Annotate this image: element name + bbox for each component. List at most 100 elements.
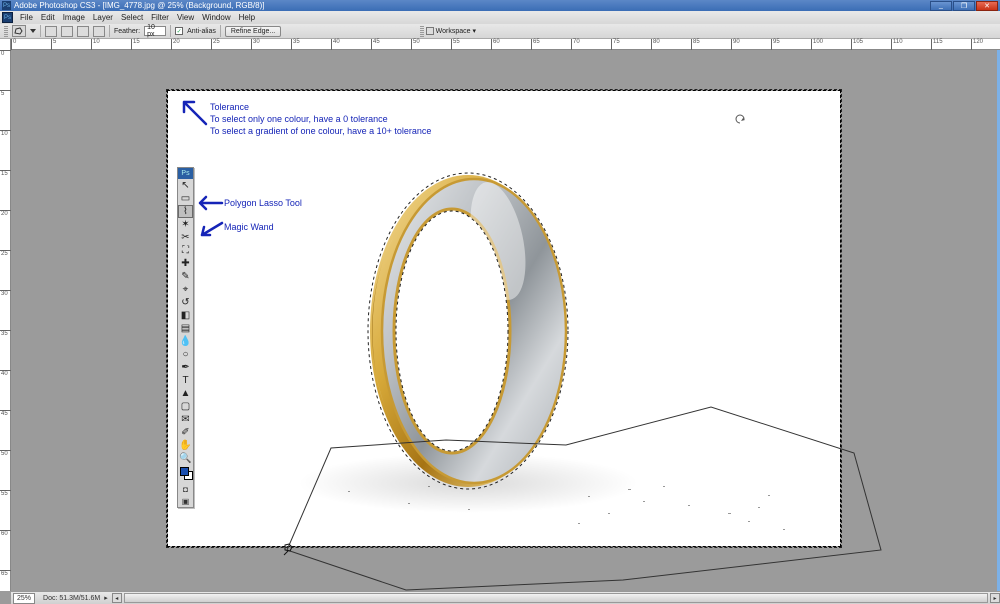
ruler-tick: 55	[0, 490, 11, 491]
window-titlebar: Ps Adobe Photoshop CS3 - [IMG_4778.jpg @…	[0, 0, 1000, 11]
ruler-tick: 50	[411, 39, 412, 50]
workspace-dropdown[interactable]: Workspace ▾	[436, 27, 476, 35]
arrow-icon	[198, 195, 224, 211]
arrow-icon	[178, 96, 208, 126]
zoom-tool[interactable]: 🔍	[178, 452, 193, 465]
workspace-go-icon[interactable]	[426, 27, 434, 35]
dodge-tool[interactable]: ○	[178, 348, 193, 361]
ruler-tick: 110	[891, 39, 892, 50]
ruler-tick: 65	[0, 570, 11, 571]
ruler-tick: 85	[691, 39, 692, 50]
grip-icon[interactable]	[4, 25, 8, 37]
ruler-tick: 35	[0, 330, 11, 331]
menu-file[interactable]: File	[16, 13, 37, 22]
ruler-tick: 30	[251, 39, 252, 50]
color-swatches[interactable]	[178, 465, 193, 483]
tools-palette[interactable]: Ps ↖▭⌇✶✂⛶✚✎⌖↺◧▤💧○✒T▲▢✉✐✋🔍 ◘ ▣	[177, 167, 194, 508]
foreground-color-swatch[interactable]	[180, 467, 189, 476]
hand-tool[interactable]: ✋	[178, 439, 193, 452]
ruler-tick: 50	[0, 450, 11, 451]
chevron-down-icon[interactable]	[30, 28, 36, 34]
feather-input[interactable]: 10 px	[144, 26, 166, 36]
lasso-tool[interactable]: ⌇	[178, 205, 193, 218]
palette-header[interactable]: Ps	[178, 168, 193, 179]
ruler-tick: 70	[571, 39, 572, 50]
antialias-checkbox[interactable]: ✓	[175, 27, 183, 35]
annotation-polygon-lasso: Polygon Lasso Tool	[224, 197, 302, 209]
blur-tool[interactable]: 💧	[178, 335, 193, 348]
ruler-tick: 10	[91, 39, 92, 50]
marquee-tool[interactable]: ▭	[178, 192, 193, 205]
menu-image[interactable]: Image	[59, 13, 89, 22]
history-brush[interactable]: ↺	[178, 296, 193, 309]
crop-tool[interactable]: ✂	[178, 231, 193, 244]
workspace-area: Tolerance To select only one colour, hav…	[11, 50, 1000, 591]
annotation-magic-wand: Magic Wand	[224, 221, 274, 233]
scroll-left-button[interactable]: ◂	[112, 593, 122, 603]
chevron-right-icon[interactable]: ▸	[104, 594, 108, 602]
pen-tool[interactable]: ✒	[178, 361, 193, 374]
horizontal-ruler[interactable]: 0510152025303540455055606570758085909510…	[11, 39, 1000, 50]
menu-edit[interactable]: Edit	[37, 13, 59, 22]
maximize-button[interactable]: ❐	[953, 1, 975, 11]
refine-edge-button[interactable]: Refine Edge...	[225, 26, 281, 37]
ruler-tick: 55	[451, 39, 452, 50]
menu-layer[interactable]: Layer	[89, 13, 117, 22]
quick-mask-toggle[interactable]: ◘	[178, 483, 193, 495]
magic-wand-tool[interactable]: ✶	[178, 218, 193, 231]
ruler-tick: 35	[291, 39, 292, 50]
ruler-tick: 90	[731, 39, 732, 50]
ps-doc-icon[interactable]: Ps	[2, 12, 13, 23]
annotation-title: Tolerance	[210, 101, 431, 113]
path-select[interactable]: ▲	[178, 387, 193, 400]
annotation-text: To select a gradient of one colour, have…	[210, 125, 431, 137]
ruler-tick: 45	[371, 39, 372, 50]
ruler-tick: 95	[771, 39, 772, 50]
stamp-tool[interactable]: ⌖	[178, 283, 193, 296]
selection-intersect-icon[interactable]	[93, 26, 105, 37]
options-bar: Feather: 10 px ✓ Anti-alias Refine Edge.…	[0, 24, 1000, 39]
ruler-tick: 40	[0, 370, 11, 371]
minimize-button[interactable]: _	[930, 1, 952, 11]
selection-add-icon[interactable]	[61, 26, 73, 37]
ruler-tick: 115	[931, 39, 932, 50]
grip-icon[interactable]	[420, 25, 424, 37]
brush-tool[interactable]: ✎	[178, 270, 193, 283]
menu-help[interactable]: Help	[235, 13, 259, 22]
horizontal-scrollbar[interactable]	[124, 593, 988, 603]
shape-tool[interactable]: ▢	[178, 400, 193, 413]
annotation-tolerance: Tolerance To select only one colour, hav…	[210, 101, 431, 137]
eyedropper[interactable]: ✐	[178, 426, 193, 439]
gradient-tool[interactable]: ▤	[178, 322, 193, 335]
healing-tool[interactable]: ✚	[178, 257, 193, 270]
zoom-field[interactable]: 25%	[13, 593, 35, 604]
selection-subtract-icon[interactable]	[77, 26, 89, 37]
scroll-right-button[interactable]: ▸	[990, 593, 1000, 603]
ruler-tick: 80	[651, 39, 652, 50]
vertical-ruler[interactable]: 05101520253035404550556065	[0, 39, 11, 591]
notes-tool[interactable]: ✉	[178, 413, 193, 426]
active-tool-icon[interactable]	[12, 25, 26, 37]
menu-view[interactable]: View	[173, 13, 198, 22]
ruler-tick: 40	[331, 39, 332, 50]
ruler-tick: 100	[811, 39, 812, 50]
menu-select[interactable]: Select	[117, 13, 147, 22]
ruler-tick: 5	[51, 39, 52, 50]
screen-mode-toggle[interactable]: ▣	[178, 495, 193, 507]
type-tool[interactable]: T	[178, 374, 193, 387]
document-canvas[interactable]: Tolerance To select only one colour, hav…	[168, 91, 840, 546]
ruler-tick: 20	[0, 210, 11, 211]
slice-tool[interactable]: ⛶	[178, 244, 193, 257]
ruler-tick: 15	[131, 39, 132, 50]
window-title: Adobe Photoshop CS3 - [IMG_4778.jpg @ 25…	[14, 1, 264, 10]
close-button[interactable]: ✕	[976, 1, 998, 11]
menu-window[interactable]: Window	[198, 13, 234, 22]
antialias-label: Anti-alias	[187, 28, 216, 35]
ring-image	[168, 91, 840, 546]
menu-filter[interactable]: Filter	[147, 13, 173, 22]
eraser-tool[interactable]: ◧	[178, 309, 193, 322]
feather-label: Feather:	[114, 28, 140, 35]
move-tool[interactable]: ↖	[178, 179, 193, 192]
ruler-tick: 0	[0, 50, 11, 51]
selection-new-icon[interactable]	[45, 26, 57, 37]
